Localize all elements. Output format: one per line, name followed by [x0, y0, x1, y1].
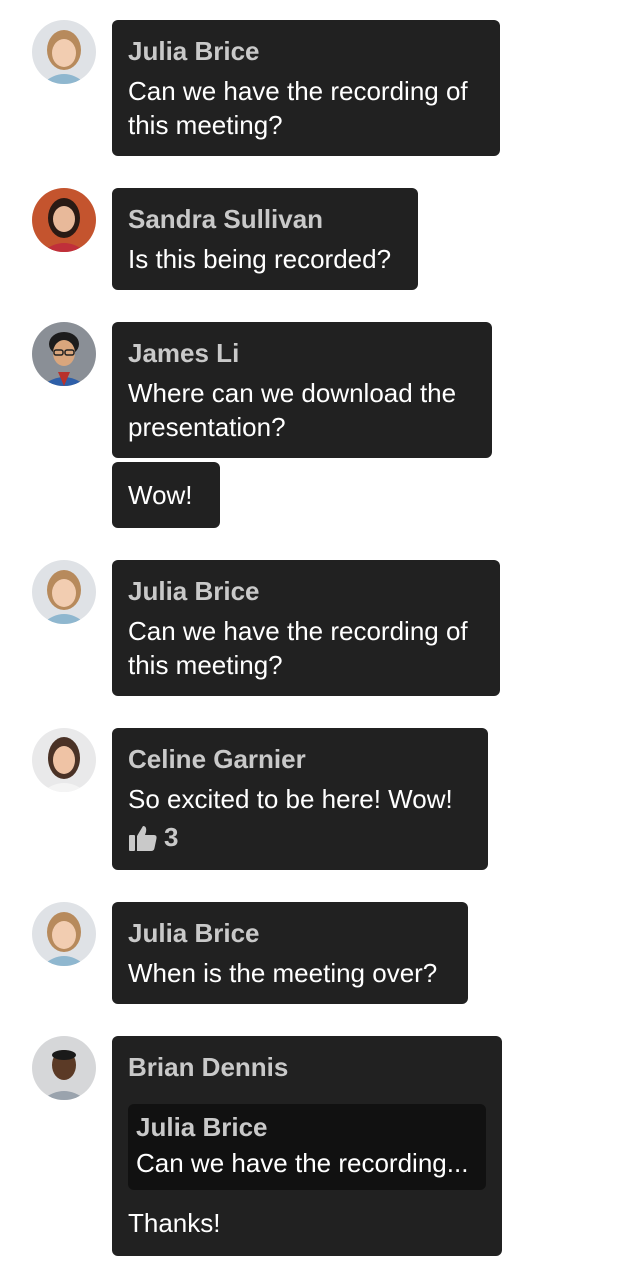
- avatar-james-li[interactable]: [32, 322, 96, 386]
- message-bubble[interactable]: Julia Brice Can we have the recording of…: [112, 20, 500, 156]
- message-text: Can we have the recording of: [128, 76, 468, 106]
- sender-name: Julia Brice: [128, 918, 260, 948]
- avatar-julia-brice-image: [32, 20, 96, 84]
- avatar-sandra-sullivan[interactable]: [32, 188, 96, 252]
- message-text: Where can we download the: [128, 378, 457, 408]
- message-bubble[interactable]: Sandra Sullivan Is this being recorded?: [112, 188, 418, 290]
- avatar-brian-dennis-image: [32, 1036, 96, 1100]
- avatar-julia-brice[interactable]: [32, 902, 96, 966]
- avatar-celine-garnier[interactable]: [32, 728, 96, 792]
- sender-name: Julia Brice: [128, 36, 260, 66]
- thumbs-up-icon: [129, 825, 157, 851]
- avatar-sandra-sullivan-image: [32, 188, 96, 252]
- quoted-text: Can we have the recording...: [136, 1148, 469, 1178]
- message-text: So excited to be here! Wow!: [128, 784, 453, 814]
- reaction-count: 3: [164, 822, 179, 852]
- message-text: When is the meeting over?: [128, 958, 438, 988]
- avatar-julia-brice-image: [32, 560, 96, 624]
- message-text: this meeting?: [128, 110, 283, 140]
- reaction-badge[interactable]: 3: [128, 822, 178, 853]
- message-text: Wow!: [128, 480, 193, 510]
- sender-name: Sandra Sullivan: [128, 204, 324, 234]
- avatar-brian-dennis[interactable]: [32, 1036, 96, 1100]
- avatar-julia-brice[interactable]: [32, 560, 96, 624]
- message-bubble[interactable]: Wow!: [112, 462, 220, 528]
- message-bubble[interactable]: Celine Garnier So excited to be here! Wo…: [112, 728, 488, 870]
- avatar-julia-brice[interactable]: [32, 20, 96, 84]
- sender-name: Celine Garnier: [128, 744, 306, 774]
- quoted-sender-name: Julia Brice: [136, 1112, 268, 1142]
- message-text: Can we have the recording of: [128, 616, 468, 646]
- message-bubble[interactable]: Brian Dennis Julia Brice Can we have the…: [112, 1036, 502, 1256]
- message-bubble[interactable]: James Li Where can we download the prese…: [112, 322, 492, 458]
- sender-name: James Li: [128, 338, 240, 368]
- message-bubble[interactable]: Julia Brice Can we have the recording of…: [112, 560, 500, 696]
- message-bubble[interactable]: Julia Brice When is the meeting over?: [112, 902, 468, 1004]
- quoted-message[interactable]: Julia Brice Can we have the recording...: [128, 1104, 486, 1190]
- avatar-celine-garnier-image: [32, 728, 96, 792]
- message-text: Thanks!: [128, 1208, 221, 1238]
- message-text: presentation?: [128, 412, 286, 442]
- sender-name: Brian Dennis: [128, 1052, 289, 1082]
- sender-name: Julia Brice: [128, 576, 260, 606]
- message-text: this meeting?: [128, 650, 283, 680]
- avatar-james-li-image: [32, 322, 96, 386]
- avatar-julia-brice-image: [32, 902, 96, 966]
- message-text: Is this being recorded?: [128, 244, 392, 274]
